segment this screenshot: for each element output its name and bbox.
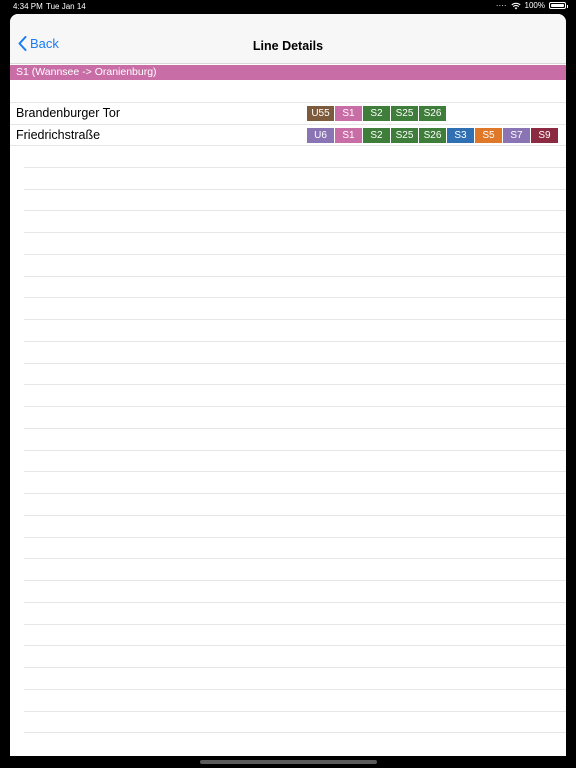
station-name: Friedrichstraße (16, 128, 101, 142)
home-indicator (200, 760, 377, 764)
line-badge[interactable]: S9 (531, 128, 558, 143)
status-indicators: ···· 100% (495, 1, 568, 10)
empty-row (24, 494, 566, 516)
status-bar: 4:34 PM Tue Jan 14 ···· 100% (0, 0, 576, 14)
empty-row (24, 364, 566, 386)
empty-row (24, 429, 566, 451)
status-date: Tue Jan 14 (46, 2, 86, 11)
line-badge[interactable]: S25 (391, 128, 418, 143)
empty-row (24, 320, 566, 342)
empty-row (24, 146, 566, 168)
empty-row (24, 690, 566, 712)
status-time: 4:34 PM (13, 2, 43, 11)
page-title: Line Details (252, 39, 324, 53)
line-badge[interactable]: S1 (335, 106, 362, 121)
line-badge[interactable]: S2 (363, 106, 390, 121)
navigation-bar: Back Line Details (10, 14, 566, 64)
station-list: Brandenburger Tor U55 S1 S2 S25 S26 Friedrichs… (10, 102, 566, 146)
wifi-icon (510, 2, 521, 9)
empty-row (24, 538, 566, 560)
empty-row (24, 516, 566, 538)
empty-row (24, 625, 566, 647)
battery-icon (549, 2, 568, 9)
empty-row (24, 646, 566, 668)
line-badge[interactable]: S2 (363, 128, 390, 143)
empty-row (24, 233, 566, 255)
empty-row (24, 385, 566, 407)
line-badge[interactable]: S26 (419, 128, 446, 143)
empty-row (24, 211, 566, 233)
empty-row (24, 581, 566, 603)
line-banner: S1 (Wannsee -> Oranienburg) (10, 65, 566, 80)
line-badge[interactable]: S26 (419, 106, 446, 121)
line-badge[interactable]: S7 (503, 128, 530, 143)
empty-row (24, 342, 566, 364)
empty-table-rows (24, 146, 566, 734)
battery-percent: 100% (524, 1, 545, 10)
empty-row (24, 603, 566, 625)
station-row[interactable]: Brandenburger Tor U55 S1 S2 S25 S26 (10, 102, 566, 124)
line-badge[interactable]: S5 (475, 128, 502, 143)
empty-row (24, 255, 566, 277)
empty-row (24, 472, 566, 494)
line-badge[interactable]: U6 (307, 128, 334, 143)
empty-row (24, 190, 566, 212)
empty-row (24, 712, 566, 734)
station-row[interactable]: Friedrichstraße U6 S1 S2 S25 S26 S3 S5 S7 S9 (10, 124, 566, 146)
line-badges: U55 S1 S2 S25 S26 (307, 106, 446, 121)
empty-row (24, 559, 566, 581)
line-badge[interactable]: S1 (335, 128, 362, 143)
station-name: Brandenburger Tor (16, 106, 121, 120)
line-badge[interactable]: U55 (307, 106, 334, 121)
line-badges: U6 S1 S2 S25 S26 S3 S5 S7 S9 (307, 128, 558, 143)
empty-row (24, 451, 566, 473)
signal-dots-icon: ···· (495, 1, 507, 10)
line-badge[interactable]: S25 (391, 106, 418, 121)
empty-row (24, 277, 566, 299)
empty-row (24, 168, 566, 190)
line-badge[interactable]: S3 (447, 128, 474, 143)
line-details-sheet: Back Line Details S1 (Wannsee -> Oranien… (10, 14, 566, 756)
empty-row (24, 407, 566, 429)
empty-row (24, 298, 566, 320)
empty-row (24, 668, 566, 690)
